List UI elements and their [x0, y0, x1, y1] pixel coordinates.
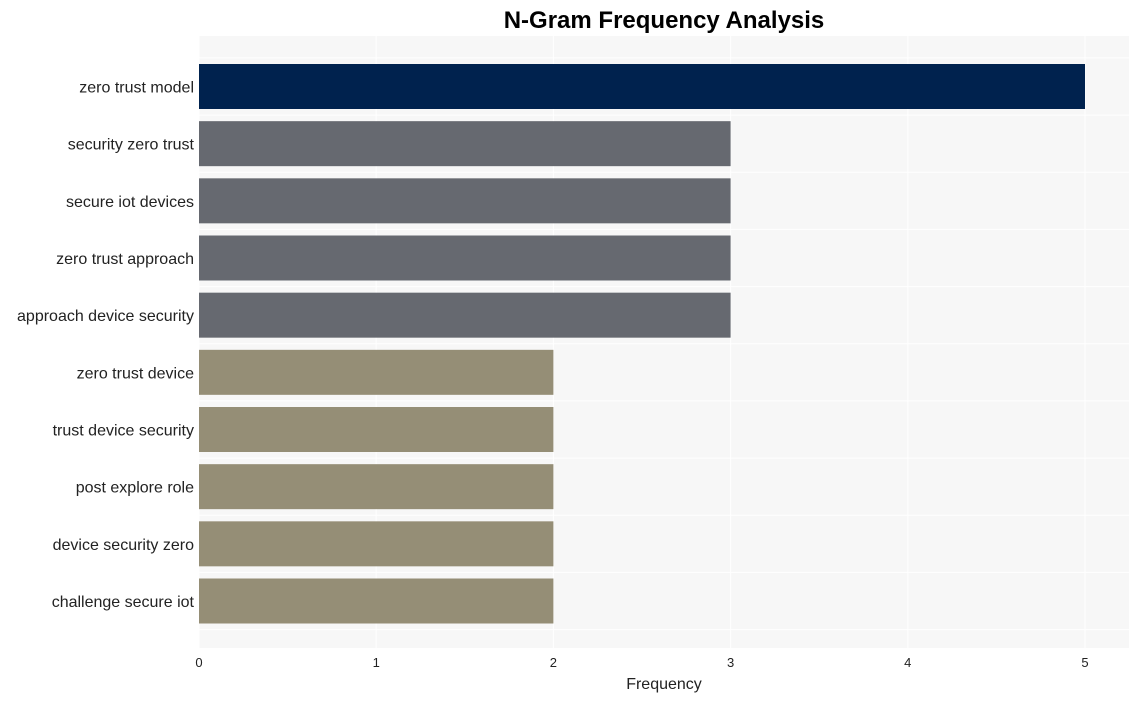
y-tick-label: zero trust approach	[56, 251, 194, 268]
bar	[199, 407, 554, 452]
chart-title: N-Gram Frequency Analysis	[504, 7, 825, 34]
bar	[199, 178, 731, 224]
bar	[199, 292, 731, 338]
x-axis-label: Frequency	[626, 676, 702, 693]
bar	[199, 121, 731, 167]
y-tick-label: challenge secure iot	[52, 594, 195, 611]
y-tick-label: device security zero	[53, 537, 194, 554]
y-tick-label: trust device security	[53, 423, 194, 440]
bar	[199, 64, 1085, 109]
y-tick-label: approach device security	[17, 308, 194, 325]
ngram-bar-chart: zero trust model security zero trust secur…	[17, 7, 1129, 693]
x-tick-label: 1	[373, 655, 380, 670]
x-tick-label: 0	[195, 655, 202, 670]
bar	[199, 464, 554, 510]
x-axis-ticks: 0 1 2 3 4 5	[195, 655, 1088, 670]
y-tick-label: secure iot devices	[66, 194, 194, 211]
y-tick-label: zero trust model	[79, 80, 194, 97]
bar	[199, 349, 554, 395]
y-tick-label: zero trust device	[77, 365, 194, 382]
bar	[199, 521, 554, 567]
y-tick-label: post explore role	[76, 480, 194, 497]
x-tick-label: 4	[904, 655, 911, 670]
bar	[199, 578, 554, 624]
x-tick-label: 2	[550, 655, 557, 670]
y-axis-labels: zero trust model security zero trust secur…	[17, 80, 195, 612]
x-tick-label: 5	[1081, 655, 1088, 670]
y-tick-label: security zero trust	[68, 137, 195, 154]
x-tick-label: 3	[727, 655, 734, 670]
bar	[199, 235, 731, 281]
